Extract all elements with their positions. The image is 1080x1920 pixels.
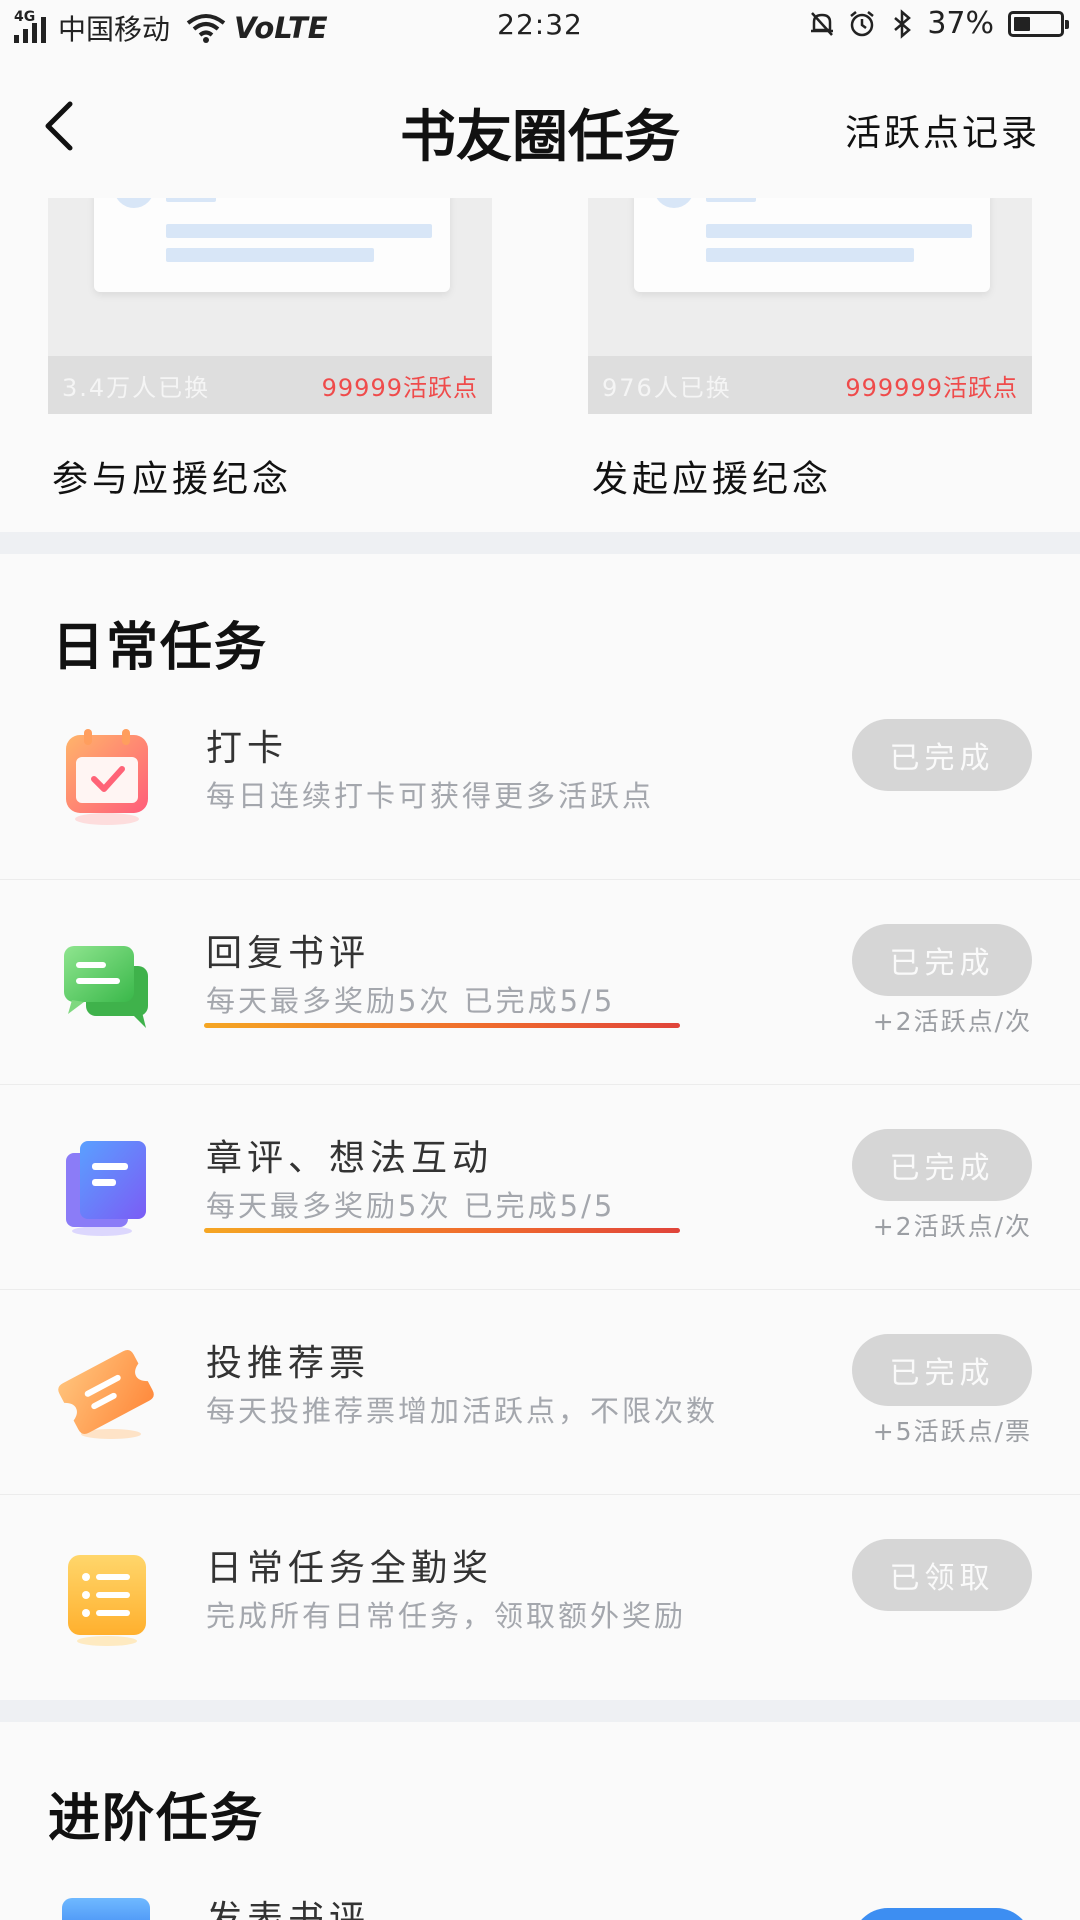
redeem-card-join[interactable]: 3.4万人已换 99999活跃点 参与应援纪念 bbox=[48, 198, 492, 502]
task-desc: 每天最多奖励5次 已完成5/5 bbox=[206, 1189, 616, 1223]
ticket-icon bbox=[58, 1350, 154, 1439]
section-divider bbox=[0, 532, 1080, 554]
task-row-chapter-comment: 章评、想法互动 每天最多奖励5次 已完成5/5 已完成 +2活跃点/次 bbox=[0, 1085, 1080, 1290]
task-reward: +2活跃点/次 bbox=[872, 1212, 1032, 1241]
chat-bubbles-icon bbox=[64, 946, 148, 1028]
task-title: 日常任务全勤奖 bbox=[206, 1548, 494, 1589]
bell-muted-icon bbox=[811, 11, 834, 36]
redeem-count: 976人已换 bbox=[602, 373, 732, 402]
redeem-count: 3.4万人已换 bbox=[62, 373, 211, 402]
task-desc: 每天投推荐票增加活跃点，不限次数 bbox=[206, 1394, 719, 1428]
nav-bar: 书友圈任务 活跃点记录 bbox=[0, 54, 1080, 194]
task-title: 回复书评 bbox=[206, 933, 371, 974]
task-desc: 完成所有日常任务，领取额外奖励 bbox=[206, 1599, 687, 1633]
advanced-section-title: 进阶任务 bbox=[48, 1788, 265, 1849]
task-status-button[interactable]: 已完成 bbox=[852, 1334, 1032, 1406]
progress-underline bbox=[204, 1023, 680, 1028]
task-title: 投推荐票 bbox=[206, 1343, 371, 1384]
list-icon bbox=[68, 1555, 146, 1646]
document-icon bbox=[66, 1141, 146, 1236]
redeem-section: 3.4万人已换 99999活跃点 参与应援纪念 976人已换 999999活跃点… bbox=[0, 194, 1080, 532]
task-status-button[interactable]: 已完成 bbox=[852, 924, 1032, 996]
task-desc: 每日连续打卡可获得更多活跃点 bbox=[206, 779, 655, 813]
task-title: 发表书评 bbox=[206, 1900, 370, 1920]
bluetooth-icon bbox=[894, 8, 912, 39]
daily-section-title: 日常任务 bbox=[52, 617, 269, 678]
task-row-checkin: 打卡 每日连续打卡可获得更多活跃点 已完成 bbox=[0, 675, 1080, 880]
task-desc: 每天最多奖励5次 已完成5/5 bbox=[206, 984, 616, 1018]
battery-icon bbox=[1008, 10, 1069, 37]
battery-percent: 37% bbox=[927, 6, 994, 41]
task-status-button[interactable]: 已完成 bbox=[852, 1129, 1032, 1201]
task-title: 打卡 bbox=[206, 728, 289, 769]
task-status-button[interactable]: 已领取 bbox=[852, 1539, 1032, 1611]
task-status-button[interactable]: 已完成 bbox=[852, 719, 1032, 791]
redeem-card-image: 976人已换 999999活跃点 bbox=[588, 198, 1032, 414]
redeem-card-start[interactable]: 976人已换 999999活跃点 发起应援纪念 bbox=[588, 198, 1032, 502]
task-row-recommend-vote: 投推荐票 每天投推荐票增加活跃点，不限次数 已完成 +5活跃点/票 bbox=[0, 1290, 1080, 1495]
activity-record-link[interactable]: 活跃点记录 bbox=[845, 104, 1040, 156]
alarm-icon bbox=[850, 10, 875, 36]
progress-underline bbox=[204, 1228, 680, 1233]
task-title: 章评、想法互动 bbox=[206, 1138, 494, 1179]
redeem-name: 发起应援纪念 bbox=[592, 459, 833, 500]
redeem-cost: 99999活跃点 bbox=[321, 373, 478, 402]
section-divider bbox=[0, 1700, 1080, 1722]
redeem-cost: 999999活跃点 bbox=[845, 373, 1018, 402]
redeem-card-image: 3.4万人已换 99999活跃点 bbox=[48, 198, 492, 414]
task-action-button[interactable] bbox=[852, 1908, 1032, 1920]
calendar-check-icon bbox=[66, 729, 148, 825]
status-bar: 4G 中国移动 VoLTE 22:32 37% bbox=[0, 0, 1080, 54]
task-row-full-attendance: 日常任务全勤奖 完成所有日常任务，领取额外奖励 已领取 bbox=[0, 1495, 1080, 1700]
task-reward: +2活跃点/次 bbox=[872, 1007, 1032, 1036]
task-reward: +5活跃点/票 bbox=[872, 1417, 1032, 1446]
task-row-reply-review: 回复书评 每天最多奖励5次 已完成5/5 已完成 +2活跃点/次 bbox=[0, 880, 1080, 1085]
review-icon bbox=[62, 1898, 150, 1920]
redeem-name: 参与应援纪念 bbox=[52, 459, 293, 500]
